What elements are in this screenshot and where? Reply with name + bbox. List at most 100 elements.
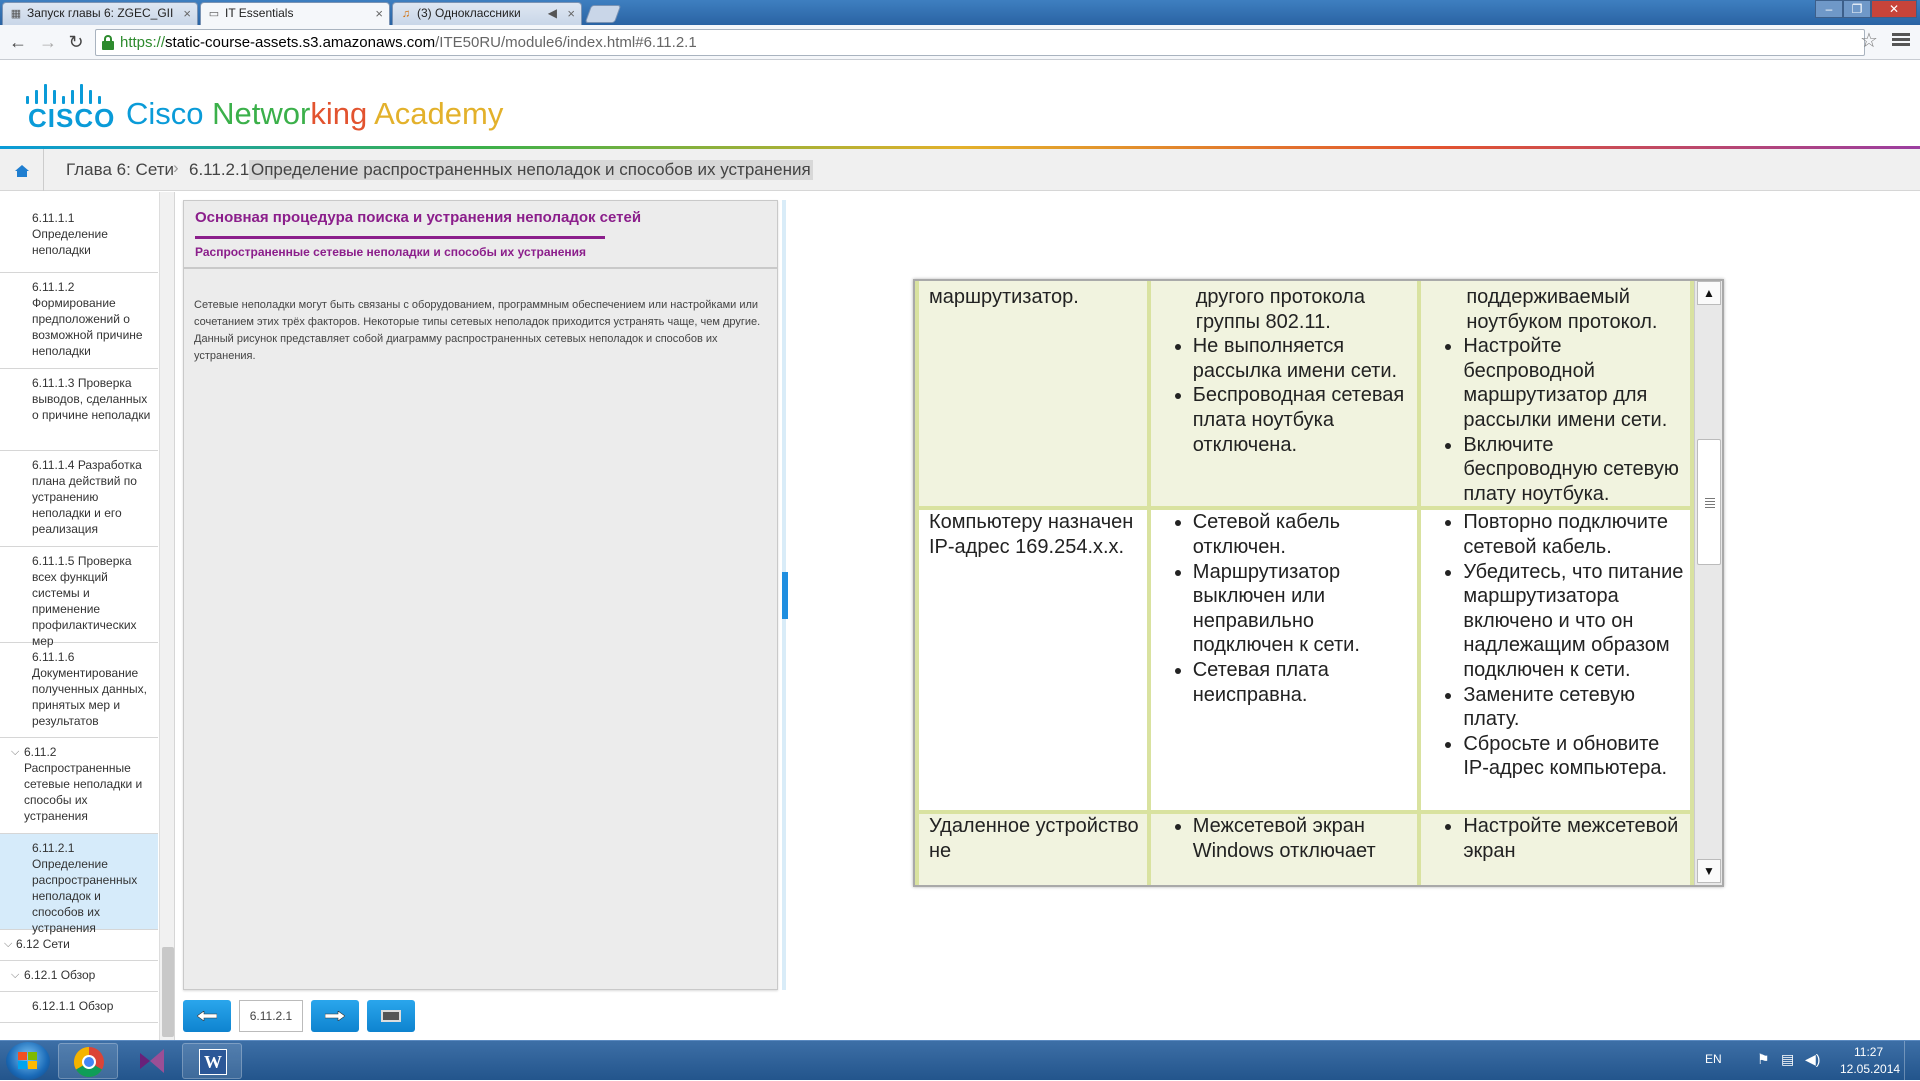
- restore-button[interactable]: ❐: [1843, 0, 1871, 18]
- chevron-down-icon: ⌵: [11, 969, 20, 981]
- page-number: 6.11.2.1: [239, 1000, 303, 1032]
- table-viewport[interactable]: маршрутизатор. другого протокола группы …: [915, 281, 1694, 885]
- chrome-taskbar-button[interactable]: [58, 1043, 118, 1079]
- solutions-cell: Повторно подключите сетевой кабель. Убед…: [1421, 510, 1690, 811]
- chevron-down-icon: ⌵: [11, 746, 20, 758]
- address-bar[interactable]: https://static-course-assets.s3.amazonaw…: [95, 29, 1865, 56]
- list-item: Беспроводная сетевая плата ноутбука откл…: [1193, 383, 1412, 457]
- scrollbar-thumb[interactable]: [162, 947, 174, 1037]
- lock-icon: [102, 35, 114, 50]
- problem-cell: Удаленное устройство не: [919, 814, 1147, 885]
- sidebar-scrollbar[interactable]: [159, 192, 174, 1040]
- close-tab-icon[interactable]: ×: [567, 3, 575, 24]
- browser-menu-icon[interactable]: [1892, 31, 1910, 51]
- troubleshooting-table-widget: маршрутизатор. другого протокола группы …: [913, 279, 1724, 887]
- chevron-right-icon: ›: [173, 158, 179, 177]
- table-row: маршрутизатор. другого протокола группы …: [919, 281, 1690, 507]
- breadcrumb-section-number: 6.11.2.1: [189, 160, 250, 179]
- scrollbar-thumb[interactable]: [1697, 439, 1721, 565]
- site-header: CISCO Cisco Networking Academy: [0, 60, 1920, 148]
- sidebar-item-section[interactable]: ⌵ 6.12.1 Обзор: [0, 961, 158, 992]
- sidebar-item[interactable]: 6.11.1.1 Определение неполадки: [0, 204, 158, 273]
- speaker-icon: ◀: [547, 6, 557, 20]
- sidebar-item-chapter[interactable]: ⌵ 6.12 Сети: [0, 930, 158, 961]
- course-outline-sidebar: 6.11.1.1 Определение неполадки 6.11.1.2 …: [0, 192, 175, 1040]
- sidebar-item[interactable]: 6.11.1.3 Проверка выводов, сделанных о п…: [0, 369, 158, 451]
- new-tab-button[interactable]: [584, 5, 622, 23]
- outline-clip: [0, 192, 158, 200]
- show-desktop-button[interactable]: [1904, 1041, 1920, 1081]
- sidebar-item[interactable]: 6.11.1.4 Разработка плана действий по ус…: [0, 451, 158, 547]
- word-taskbar-button[interactable]: W: [182, 1043, 242, 1079]
- grip-icon: [1705, 496, 1715, 510]
- arrow-right-icon: [325, 1011, 345, 1021]
- causes-list: Не выполняется рассылка имени сети. Бесп…: [1161, 334, 1412, 457]
- url-text: https://static-course-assets.s3.amazonaw…: [120, 34, 697, 51]
- causes-list: Межсетевой экран Windows отключает: [1161, 814, 1412, 863]
- network-icon[interactable]: ▤: [1781, 1051, 1794, 1068]
- scroll-down-arrow-icon[interactable]: ▼: [1697, 859, 1721, 883]
- fullscreen-button[interactable]: [367, 1000, 415, 1032]
- panel-title: Основная процедура поиска и устранения н…: [195, 209, 642, 226]
- clock-date[interactable]: 12.05.2014: [1840, 1062, 1900, 1076]
- title-underline: [195, 236, 605, 239]
- sidebar-item-active[interactable]: 6.11.2.1 Определение распространенных не…: [0, 834, 158, 935]
- back-arrow-icon[interactable]: ←: [6, 31, 30, 55]
- table-row: Компьютеру назначен IP-адрес 169.254.x.x…: [919, 510, 1690, 811]
- breadcrumb-section-title: Определение распространенных неполадок и…: [249, 160, 813, 180]
- arrow-left-icon: [197, 1011, 217, 1021]
- panel-body-text: Сетевые неполадки могут быть связаны с о…: [194, 299, 761, 362]
- scroll-up-arrow-icon[interactable]: ▲: [1697, 281, 1721, 305]
- list-item: Включите беспроводную сетевую плату ноут…: [1463, 433, 1684, 507]
- volume-icon[interactable]: ◀): [1805, 1051, 1820, 1068]
- forward-arrow-icon[interactable]: →: [36, 31, 60, 55]
- tab-label: (3) Одноклассники: [417, 6, 521, 20]
- browser-tab[interactable]: ♫ (3) Одноклассники ◀ ×: [392, 2, 582, 25]
- solutions-list: Настройте беспроводной маршрутизатор для…: [1431, 334, 1684, 506]
- clock-time[interactable]: 11:27: [1854, 1045, 1883, 1059]
- list-item: Сетевая плата неисправна.: [1193, 658, 1412, 707]
- home-icon[interactable]: [0, 149, 44, 191]
- solutions-cell: поддерживаемый ноутбуком протокол. Настр…: [1421, 281, 1690, 507]
- sidebar-item[interactable]: 6.11.1.5 Проверка всех функций системы и…: [0, 547, 158, 648]
- bookmark-star-icon[interactable]: ☆: [1860, 28, 1878, 53]
- previous-page-button[interactable]: [183, 1000, 231, 1032]
- next-page-button[interactable]: [311, 1000, 359, 1032]
- list-item: Межсетевой экран Windows отключает: [1193, 814, 1412, 863]
- language-indicator[interactable]: EN: [1705, 1052, 1722, 1066]
- close-window-button[interactable]: ✕: [1871, 0, 1917, 18]
- breadcrumb-chapter[interactable]: Глава 6: Сети: [66, 160, 174, 180]
- academy-title[interactable]: Cisco Networking Academy: [126, 96, 503, 132]
- cisco-wordmark: CISCO: [28, 103, 116, 133]
- sidebar-item[interactable]: 6.12.1.1 Обзор: [0, 992, 158, 1023]
- minimize-button[interactable]: –: [1815, 0, 1843, 18]
- sidebar-item[interactable]: 6.11.1.2 Формирование предположений о во…: [0, 273, 158, 369]
- list-item: Маршрутизатор выключен или неправильно п…: [1193, 560, 1412, 658]
- visual-studio-taskbar-button[interactable]: [122, 1043, 182, 1079]
- word-icon: W: [199, 1049, 227, 1075]
- sidebar-item-section[interactable]: ⌵ 6.11.2 Распространенные сетевые неполад…: [0, 738, 158, 834]
- browser-tab-active[interactable]: ▭ IT Essentials ×: [200, 2, 390, 25]
- sidebar-item[interactable]: 6.11.1.6 Документирование полученных дан…: [0, 643, 158, 738]
- panel-subtitle: Распространенные сетевые неполадки и спо…: [195, 245, 587, 259]
- panel-resize-handle[interactable]: [782, 572, 788, 619]
- troubleshooting-table: маршрутизатор. другого протокола группы …: [915, 281, 1694, 885]
- reload-icon[interactable]: ↻: [64, 31, 88, 55]
- list-item: Настройте межсетевой экран: [1463, 814, 1684, 863]
- panel-header: Основная процедура поиска и устранения н…: [184, 201, 777, 269]
- browser-tab-strip: ▦ Запуск главы 6: ZGEC_GII × ▭ IT Essent…: [0, 0, 1920, 25]
- table-scrollbar[interactable]: ▲ ▼: [1694, 281, 1722, 885]
- flag-icon[interactable]: ⚑: [1757, 1051, 1770, 1068]
- tab-label: IT Essentials: [225, 6, 294, 20]
- start-button[interactable]: [6, 1042, 50, 1080]
- close-tab-icon[interactable]: ×: [375, 3, 383, 24]
- close-tab-icon[interactable]: ×: [183, 3, 191, 24]
- windows-logo-icon: [18, 1052, 38, 1070]
- solutions-cell: Настройте межсетевой экран: [1421, 814, 1690, 885]
- windows-taskbar: W EN ⚑ ▤ ◀) 11:27 12.05.2014: [0, 1040, 1920, 1081]
- causes-cell: другого протокола группы 802.11. Не выпо…: [1150, 281, 1418, 507]
- browser-tab[interactable]: ▦ Запуск главы 6: ZGEC_GII ×: [2, 2, 198, 25]
- list-item: Замените сетевую плату.: [1463, 683, 1684, 732]
- page-icon: ▦: [10, 8, 22, 20]
- list-item: Повторно подключите сетевой кабель.: [1463, 510, 1684, 559]
